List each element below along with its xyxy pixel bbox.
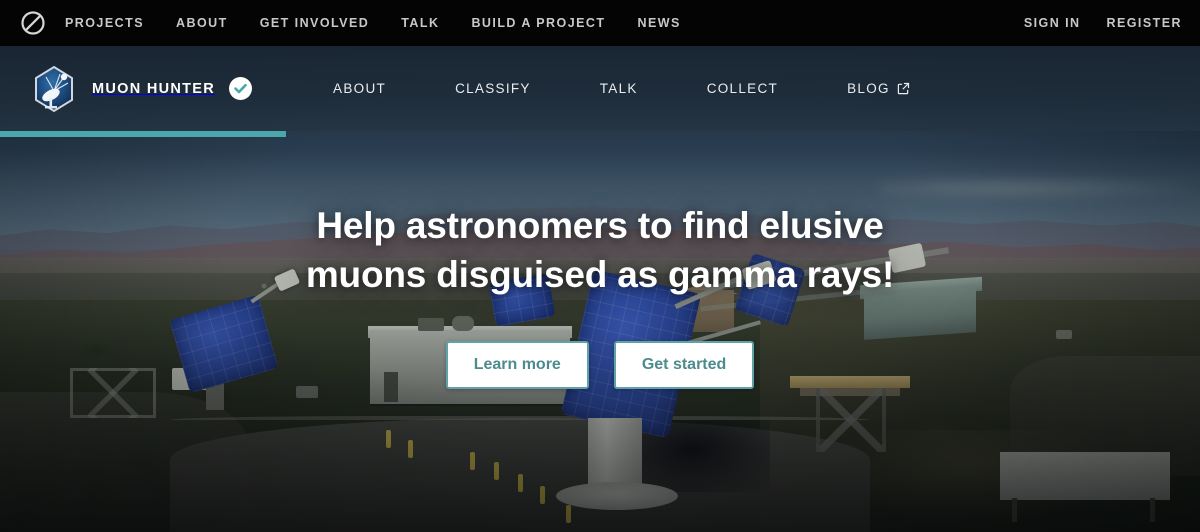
hero-title-line2: muons disguised as gamma rays!	[305, 254, 895, 295]
project-header: Muon Hunter About Classify Talk Collect …	[0, 46, 1200, 131]
register-link[interactable]: Register	[1107, 16, 1183, 30]
zooniverse-top-bar: Projects About Get Involved Talk Build a…	[0, 0, 1200, 46]
zooniverse-nav: Projects About Get Involved Talk Build a…	[65, 16, 681, 30]
project-title: Muon Hunter	[92, 80, 216, 97]
project-nav-blog[interactable]: Blog	[847, 81, 910, 96]
project-nav-collect[interactable]: Collect	[707, 81, 778, 96]
sign-in-link[interactable]: Sign In	[1024, 16, 1081, 30]
page-root: Projects About Get Involved Talk Build a…	[0, 0, 1200, 532]
project-nav-about[interactable]: About	[333, 81, 386, 96]
project-nav: About Classify Talk Collect Blog	[333, 81, 910, 96]
project-nav-blog-label: Blog	[847, 81, 890, 96]
verified-badge-icon	[229, 77, 253, 100]
project-nav-talk-label: Talk	[599, 81, 638, 96]
zoo-nav-news[interactable]: News	[637, 16, 680, 30]
project-nav-classify-label: Classify	[455, 81, 531, 96]
project-accent-bar	[0, 131, 286, 137]
hero-buttons: Learn more Get started	[445, 341, 755, 390]
project-nav-talk[interactable]: Talk	[600, 81, 638, 96]
zoo-nav-projects[interactable]: Projects	[65, 16, 144, 30]
zoo-nav-build-a-project[interactable]: Build a Project	[471, 16, 605, 30]
hero-title: Help astronomers to find elusive muons d…	[306, 201, 894, 299]
project-nav-about-label: About	[333, 81, 387, 96]
zooniverse-logo-icon[interactable]	[18, 8, 48, 38]
get-started-button[interactable]: Get started	[613, 341, 755, 390]
zoo-nav-about[interactable]: About	[176, 16, 228, 30]
zoo-nav-get-involved[interactable]: Get Involved	[260, 16, 370, 30]
zoo-nav-talk[interactable]: Talk	[401, 16, 439, 30]
project-avatar	[30, 65, 78, 113]
zooniverse-auth-links: Sign In Register	[998, 16, 1182, 30]
project-brand[interactable]: Muon Hunter	[30, 65, 253, 113]
external-link-icon	[897, 82, 910, 95]
project-nav-classify[interactable]: Classify	[455, 81, 531, 96]
project-nav-collect-label: Collect	[706, 81, 779, 96]
learn-more-button[interactable]: Learn more	[445, 341, 589, 390]
hero-title-line1: Help astronomers to find elusive	[316, 204, 884, 246]
